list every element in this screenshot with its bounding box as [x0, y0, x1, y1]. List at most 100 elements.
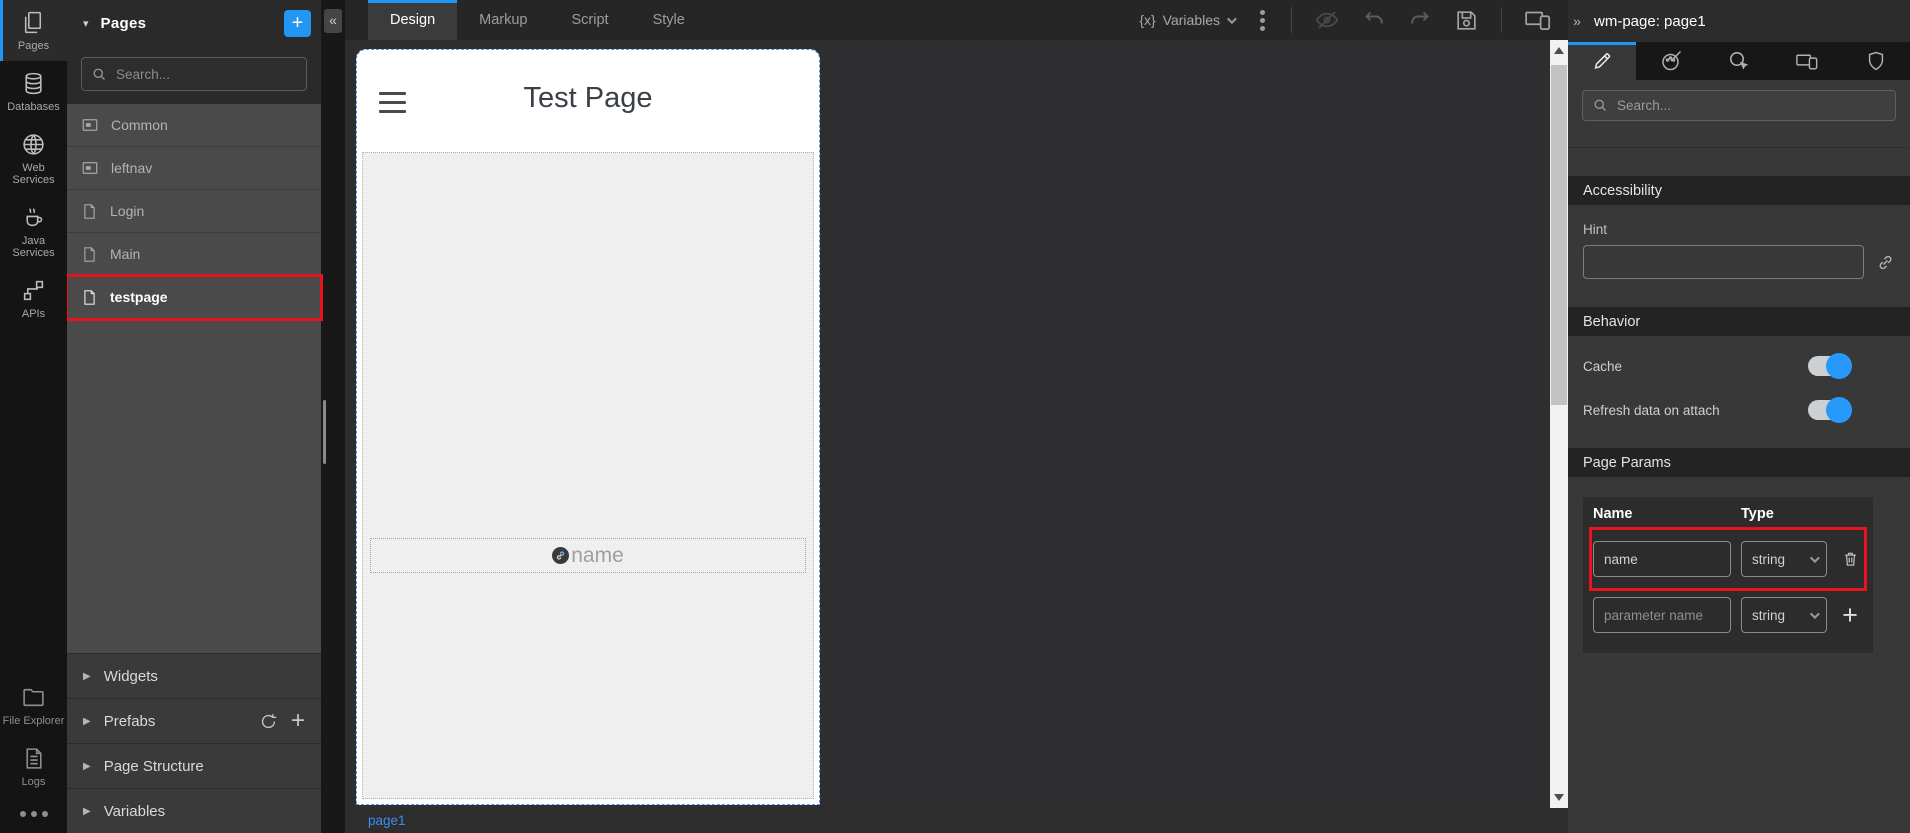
- scrollbar-thumb[interactable]: [1551, 65, 1567, 405]
- rail-item-file-explorer[interactable]: File Explorer: [0, 675, 67, 736]
- canvas-page-title[interactable]: Test Page: [357, 50, 819, 115]
- rail-more-button[interactable]: [0, 797, 67, 833]
- inspector-title: wm-page: page1: [1594, 13, 1706, 30]
- section-behavior: Behavior: [1568, 307, 1910, 336]
- rail-item-logs[interactable]: Logs: [0, 736, 67, 797]
- bind-link-icon: [552, 547, 569, 564]
- caret-down-icon[interactable]: ▾: [83, 17, 89, 30]
- more-menu-button[interactable]: [1256, 6, 1269, 35]
- new-param-name-input[interactable]: [1593, 597, 1731, 633]
- canvas-scrollbar[interactable]: [1550, 40, 1568, 808]
- section-page-params: Page Params: [1568, 448, 1910, 477]
- save-button[interactable]: [1454, 8, 1479, 33]
- rail-label: Databases: [7, 101, 60, 113]
- param-row-name: string: [1593, 531, 1863, 587]
- breadcrumb-page1[interactable]: page1: [368, 813, 406, 828]
- new-param-type-select[interactable]: string: [1741, 597, 1827, 633]
- rail-label: Java Services: [2, 235, 65, 259]
- hint-input[interactable]: [1583, 245, 1864, 279]
- params-header-row: Name Type: [1593, 497, 1863, 531]
- tab-style[interactable]: Style: [631, 0, 707, 40]
- tab-design[interactable]: Design: [368, 0, 457, 40]
- canvas-page[interactable]: Test Page name: [356, 49, 820, 805]
- rail-item-web-services[interactable]: Web Services: [0, 122, 67, 195]
- tab-styles[interactable]: [1636, 42, 1704, 80]
- name-label-widget[interactable]: name: [370, 538, 806, 573]
- pencil-icon: [1591, 50, 1613, 72]
- inspector-tabs: [1568, 42, 1910, 80]
- shield-icon: [1865, 50, 1887, 72]
- inspect-icon: [1727, 49, 1751, 73]
- add-page-button[interactable]: +: [284, 10, 311, 37]
- inspector-panel: » wm-page: page1: [1568, 0, 1910, 833]
- page-params-table: Name Type string string: [1583, 497, 1873, 653]
- pages-panel: ▾ Pages + Common left: [67, 0, 321, 833]
- refresh-data-toggle[interactable]: [1808, 400, 1848, 420]
- hide-widgets-button[interactable]: [1314, 7, 1340, 33]
- expand-panel-icon[interactable]: »: [1570, 13, 1584, 29]
- page-item-leftnav[interactable]: leftnav: [67, 147, 321, 190]
- tab-security[interactable]: [1842, 42, 1910, 80]
- page-icon: [81, 289, 98, 306]
- param-type-select[interactable]: string: [1741, 541, 1827, 577]
- page-item-label: Main: [110, 246, 140, 262]
- section-variables[interactable]: ▶ Variables: [67, 788, 321, 833]
- resize-handle[interactable]: [323, 400, 326, 464]
- chevron-down-icon: [1227, 14, 1237, 24]
- hamburger-menu-icon[interactable]: [379, 92, 406, 113]
- breadcrumb-bar: page1: [345, 808, 1568, 833]
- section-label: Page Structure: [104, 758, 204, 775]
- devices-icon: [1524, 7, 1554, 33]
- redo-button[interactable]: [1408, 8, 1432, 32]
- param-name-input[interactable]: [1593, 541, 1731, 577]
- rail-item-databases[interactable]: Databases: [0, 61, 67, 122]
- tab-properties[interactable]: [1568, 42, 1636, 80]
- page-item-common[interactable]: Common: [67, 104, 321, 147]
- section-accessibility: Accessibility: [1568, 176, 1910, 205]
- variables-dropdown[interactable]: {x} Variables: [1139, 12, 1234, 28]
- add-param-button[interactable]: +: [1837, 602, 1863, 629]
- database-icon: [21, 71, 46, 96]
- page-item-testpage[interactable]: testpage: [67, 276, 321, 319]
- scroll-down-arrow[interactable]: [1554, 794, 1564, 801]
- device-preview-button[interactable]: [1524, 7, 1554, 33]
- inspector-search-input[interactable]: [1617, 98, 1885, 113]
- scroll-up-arrow[interactable]: [1554, 47, 1564, 54]
- save-icon: [1454, 8, 1479, 33]
- column-name: Name: [1593, 506, 1731, 522]
- search-icon: [1593, 98, 1608, 113]
- section-label: Widgets: [104, 668, 158, 685]
- tab-inspect[interactable]: [1705, 42, 1773, 80]
- rail-item-pages[interactable]: Pages: [0, 0, 67, 61]
- add-prefab-icon[interactable]: +: [291, 709, 305, 733]
- more-icon: [20, 811, 26, 817]
- page-item-main[interactable]: Main: [67, 233, 321, 276]
- canvas-content-region[interactable]: name: [362, 152, 814, 799]
- refresh-prefabs-icon[interactable]: [259, 712, 278, 731]
- chevron-down-icon: [1810, 553, 1820, 563]
- rail-spacer: [0, 329, 67, 675]
- design-canvas: Test Page name: [345, 40, 1568, 808]
- file-explorer-icon: [21, 685, 46, 710]
- section-prefabs[interactable]: ▶ Prefabs +: [67, 698, 321, 743]
- page-item-login[interactable]: Login: [67, 190, 321, 233]
- logs-icon: [21, 746, 46, 771]
- page-icon: [81, 203, 98, 220]
- collapse-panel-button[interactable]: «: [324, 9, 342, 33]
- undo-button[interactable]: [1362, 8, 1386, 32]
- rail-label: APIs: [22, 308, 45, 320]
- bind-property-icon[interactable]: [1876, 253, 1895, 272]
- trash-icon: [1842, 550, 1859, 568]
- cache-toggle[interactable]: [1808, 356, 1848, 376]
- delete-param-button[interactable]: [1837, 550, 1863, 568]
- arrow-right-icon: ▶: [83, 716, 91, 727]
- rail-item-apis[interactable]: APIs: [0, 268, 67, 329]
- tab-script[interactable]: Script: [550, 0, 631, 40]
- rail-item-java-services[interactable]: Java Services: [0, 195, 67, 268]
- tab-markup[interactable]: Markup: [457, 0, 549, 40]
- section-page-structure[interactable]: ▶ Page Structure: [67, 743, 321, 788]
- pages-search-input[interactable]: [116, 67, 296, 82]
- tab-devices[interactable]: [1773, 42, 1841, 80]
- kebab-icon: [1260, 10, 1265, 15]
- section-widgets[interactable]: ▶ Widgets: [67, 653, 321, 698]
